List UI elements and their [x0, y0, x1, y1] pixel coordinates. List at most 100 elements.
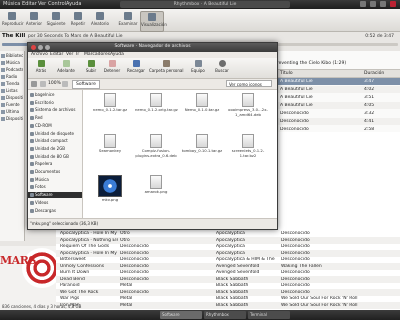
library-row[interactable]: A Beautiful Lie 3:47 [272, 78, 400, 85]
sidebar-item[interactable]: Tienda [1, 81, 23, 87]
image-file-icon [98, 175, 122, 197]
place-item[interactable]: Fotos [30, 184, 82, 190]
next-button[interactable]: Siguiente [46, 11, 66, 30]
player-toolbar: Reproducir Anterior Siguiente Repetir Al… [0, 9, 400, 32]
place-item[interactable]: Música [30, 177, 82, 183]
album-art-logo: MARS [0, 254, 36, 267]
place-item[interactable]: Red [30, 115, 82, 121]
place-item[interactable]: Vídeos [30, 200, 82, 206]
fm-menu-edit[interactable]: Editar [50, 52, 63, 57]
fm-stop-button[interactable]: Detener [100, 60, 124, 76]
place-item[interactable]: Descargas [30, 208, 82, 214]
file-item[interactable]: amarok.png [135, 175, 177, 195]
sidebar-item[interactable]: Dispositivos [1, 116, 23, 122]
fm-titlebar[interactable]: Software · Navegador de archivos [28, 43, 277, 52]
place-item[interactable]: Unidad de disquete [30, 131, 82, 137]
fm-reload-button[interactable]: Recargar [124, 60, 148, 76]
menu-help[interactable]: Ayuda [66, 1, 81, 7]
sidebar-item[interactable]: Última [1, 109, 23, 115]
fm-toolbar: Atrás Adelante Subir Detener Recargar Ca… [28, 58, 277, 79]
place-label: Red [35, 115, 43, 121]
place-item[interactable]: Sistema de archivos [30, 107, 82, 113]
fm-menu-file[interactable]: Archivo [31, 52, 48, 57]
fm-computer-button[interactable]: Equipo [186, 60, 210, 76]
location-path-button[interactable]: Software [72, 80, 100, 89]
previous-button[interactable]: Anterior [24, 11, 44, 30]
place-item[interactable]: Unidad de 2GB [30, 146, 82, 152]
battery-icon[interactable] [380, 1, 386, 7]
visualization-button[interactable]: Visualización [140, 11, 167, 32]
track-artist: Black Sabbath [216, 296, 249, 301]
track-title: Requiem Of The Gods [60, 244, 110, 249]
sidebar-item[interactable]: Dispositivos [1, 95, 23, 101]
fm-location-bar: 100% Software Ver como iconos [28, 79, 277, 90]
menu-view[interactable]: Ver [38, 1, 46, 7]
task-terminal[interactable]: Terminal [248, 311, 290, 319]
fm-menu-bookmarks[interactable]: Marcadores [84, 52, 110, 57]
fm-back-button[interactable]: Atrás [29, 60, 53, 76]
track-genre: Metal [120, 283, 133, 288]
column-title-header[interactable]: Título [280, 71, 293, 76]
file-item[interactable]: oooimpress_3.0…2x-1_amd64.deb [227, 93, 269, 117]
file-item[interactable]: tomboy_0.10.1.tar.gz [181, 134, 223, 154]
network-icon[interactable] [370, 1, 376, 7]
volume-icon[interactable] [360, 1, 366, 7]
column-duration-header[interactable]: Duración [364, 71, 384, 76]
library-row[interactable]: Desconocido 4:41 [272, 118, 400, 125]
library-row[interactable]: Desconocido 3:32 [272, 110, 400, 117]
library-row-album: A Beautiful Lie [280, 95, 313, 100]
menu-edit[interactable]: Editar [22, 1, 37, 7]
sidebar-item[interactable]: Podcasts [1, 67, 23, 73]
library-row[interactable]: A Beautiful Lie 3:51 [272, 94, 400, 101]
file-item[interactable]: nemo_0.1.2.orig.tar.gz [135, 93, 178, 113]
source-icon [1, 75, 5, 79]
place-item[interactable]: Papelera [30, 161, 82, 167]
place-item[interactable]: Software [28, 192, 82, 199]
library-row[interactable]: A Beautiful Lie 4:05 [272, 102, 400, 109]
track-genre: Desconocido [120, 263, 149, 269]
view-mode-select[interactable]: Ver como iconos [226, 80, 272, 87]
browser-note: preventing the Cielo Kibo (1:29) [274, 61, 347, 66]
shuffle-button[interactable]: Aleatorio [90, 11, 110, 30]
location-toggle-icon[interactable] [31, 81, 37, 87]
zoom-out-icon[interactable] [40, 81, 46, 87]
play-button[interactable]: Reproducir [2, 11, 24, 30]
sidebar-item[interactable]: Biblioteca [1, 53, 23, 59]
zoom-in-icon[interactable] [62, 81, 68, 87]
file-item[interactable]: Compiz-fusion-plugins-extra_0.6.deb [135, 134, 177, 158]
file-item[interactable]: screenlets_0.1.2-1.tar.bz2 [227, 134, 269, 158]
task-software[interactable]: Software [160, 311, 202, 319]
track-artist: Apocalyptica & HIM & The Rasmus [216, 257, 276, 262]
menu-control[interactable]: Control [48, 1, 66, 7]
fm-forward-button[interactable]: Adelante [54, 60, 78, 76]
power-icon[interactable] [390, 1, 396, 7]
file-item[interactable]: Nemo_0.1.0.tar.gz [181, 93, 223, 113]
source-icon [1, 96, 5, 100]
place-label: Fotos [35, 184, 46, 190]
place-item[interactable]: bagelnice [30, 92, 82, 98]
file-item[interactable]: nemo_0.1.2.tar.gz [89, 93, 131, 113]
fm-menu-go[interactable]: Ir [76, 52, 79, 57]
browse-button[interactable]: Examinar [118, 11, 138, 30]
sidebar-item[interactable]: Fuente [1, 102, 23, 108]
place-item[interactable]: Escritorio [30, 100, 82, 106]
fm-home-button[interactable]: Carpeta personal [149, 60, 183, 76]
sidebar-item[interactable]: Música [1, 60, 23, 66]
library-row[interactable]: A Beautiful Lie 4:02 [272, 86, 400, 93]
fm-menu-view[interactable]: Ver [66, 52, 73, 57]
place-item[interactable]: Documentos [30, 169, 82, 175]
place-item[interactable]: Unidad de 80 GB [30, 154, 82, 160]
place-item[interactable]: Unidad compact [30, 138, 82, 144]
track-genre: Desconocido [120, 244, 149, 249]
file-item[interactable]: mkv.png [89, 175, 131, 203]
sidebar-item[interactable]: Radio [1, 74, 23, 80]
sidebar-item[interactable]: Listas [1, 88, 23, 94]
menu-music[interactable]: Música [3, 1, 20, 7]
fm-search-button[interactable]: Buscar [210, 60, 234, 76]
now-playing-title: The Kill [2, 33, 26, 39]
task-rhythmbox[interactable]: Rhythmbox [204, 311, 246, 319]
place-item[interactable]: CD-ROM [30, 123, 82, 129]
fm-menu-help[interactable]: Ayuda [110, 52, 124, 57]
file-item[interactable]: Seamonkey [89, 134, 131, 154]
repeat-button[interactable]: Repetir [68, 11, 88, 30]
